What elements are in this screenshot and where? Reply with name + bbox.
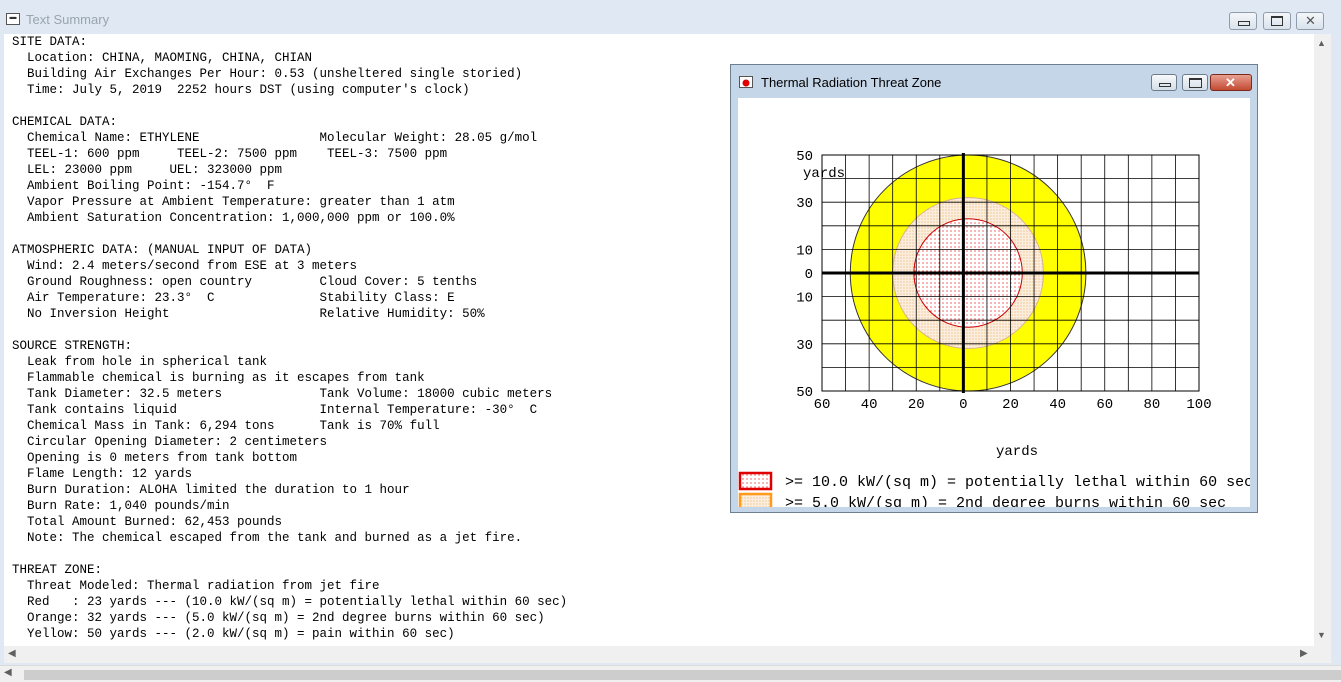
threat-close-button[interactable]: ✕ — [1210, 74, 1252, 91]
x-tick-label: 0 — [959, 397, 967, 413]
window-title: Text Summary — [26, 12, 110, 27]
y-tick-label: 10 — [796, 243, 813, 259]
threat-zone-title: Thermal Radiation Threat Zone — [761, 75, 942, 90]
y-tick-label: 50 — [796, 149, 813, 165]
x-tick-label: 20 — [908, 397, 925, 413]
scroll-left-icon[interactable]: ◀ — [8, 648, 16, 659]
x-tick-label: 80 — [1143, 397, 1160, 413]
y-tick-label: 30 — [796, 196, 813, 212]
y-tick-label: 10 — [796, 291, 813, 307]
scroll-left-icon[interactable]: ◀ — [4, 667, 12, 678]
x-tick-label: 60 — [1096, 397, 1113, 413]
close-button[interactable]: ✕ — [1296, 12, 1324, 30]
y-tick-label: 0 — [805, 267, 813, 283]
title-bar[interactable]: ▬ Text Summary ✕ — [0, 8, 1341, 34]
vertical-scrollbar[interactable]: ▲ ▼ — [1314, 34, 1331, 646]
threat-zone-title-bar[interactable]: Thermal Radiation Threat Zone ✕ — [731, 65, 1257, 99]
flame-icon — [739, 76, 753, 88]
y-tick-label: 30 — [796, 338, 813, 354]
scroll-up-icon[interactable]: ▲ — [1317, 38, 1326, 48]
x-tick-label: 100 — [1186, 397, 1211, 413]
y-axis-unit: yards — [803, 166, 845, 182]
threat-zone-plot-area: yards 50 30 10 0 10 30 50 60 40 20 0 20 40 60 80 100 y… — [738, 98, 1250, 507]
text-summary-window: ▬ Text Summary ✕ SITE DATA: Location: CH… — [0, 0, 1341, 682]
legend-label: >= 5.0 kW/(sq m) = 2nd degree burns with… — [785, 495, 1226, 507]
x-tick-label: 40 — [861, 397, 878, 413]
threat-minimize-button[interactable] — [1151, 74, 1177, 91]
legend-swatch — [738, 492, 773, 507]
minimize-button[interactable] — [1229, 12, 1257, 30]
maximize-button[interactable] — [1263, 12, 1291, 30]
threat-zone-chart: yards 5030100103050 60 40 20 0 20 40 60 80 100 y… — [738, 149, 1250, 507]
legend-swatch — [738, 471, 773, 491]
scroll-right-icon[interactable]: ▶ — [1300, 648, 1308, 659]
x-tick-label: 20 — [1002, 397, 1019, 413]
horizontal-scrollbar[interactable]: ◀ ▶ — [4, 646, 1331, 663]
report-text: SITE DATA: Location: CHINA, MAOMING, CHI… — [12, 35, 568, 641]
scroll-thumb[interactable] — [24, 670, 1341, 680]
x-axis-unit: yards — [996, 444, 1038, 460]
threat-zone-window: Thermal Radiation Threat Zone ✕ yards 50… — [730, 64, 1258, 513]
scroll-down-icon[interactable]: ▼ — [1317, 630, 1326, 640]
threat-maximize-button[interactable] — [1182, 74, 1208, 91]
bottom-scrollbar[interactable]: ◀ — [0, 665, 1341, 682]
app-icon: ▬ — [6, 13, 20, 25]
y-tick-label: 50 — [796, 385, 813, 401]
x-tick-label: 60 — [814, 397, 831, 413]
x-tick-label: 40 — [1049, 397, 1066, 413]
legend-label: >= 10.0 kW/(sq m) = potentially lethal w… — [785, 474, 1250, 491]
